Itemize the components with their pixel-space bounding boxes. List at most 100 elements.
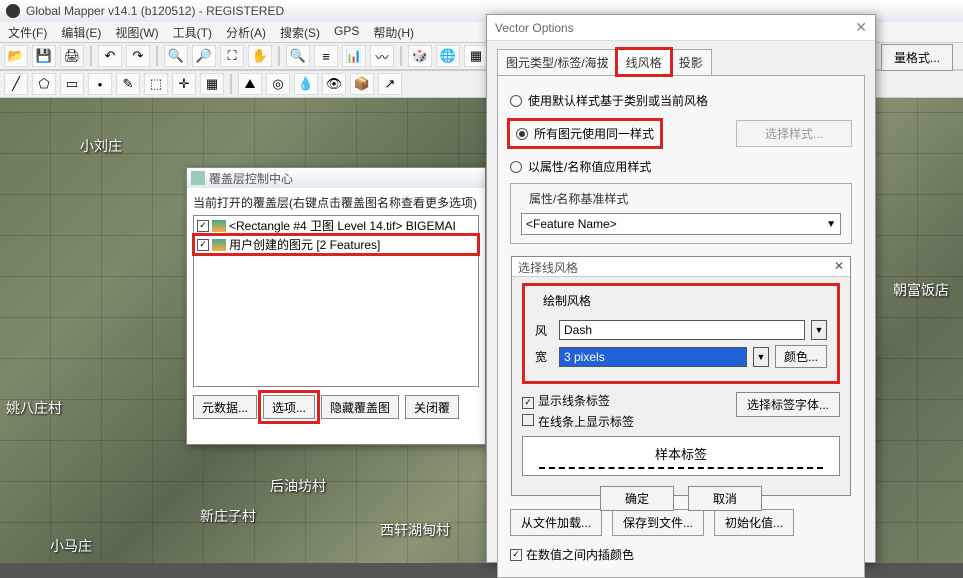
list-item[interactable]: ✓ <Rectangle #4 卫图 Level 14.tif> BIGEMAI: [194, 216, 478, 235]
layers-icon[interactable]: ≡: [314, 45, 338, 67]
app-icon: [6, 4, 20, 18]
format-button[interactable]: 量格式...: [881, 44, 953, 71]
close-overlay-button[interactable]: 关闭覆: [405, 395, 459, 419]
label-font-button[interactable]: 选择标签字体...: [736, 392, 840, 417]
place-label: 后油坊村: [270, 476, 326, 496]
line-style-select[interactable]: Dash: [559, 320, 805, 340]
redo-icon[interactable]: ↷: [126, 45, 150, 67]
metadata-button[interactable]: 元数据...: [193, 395, 257, 419]
radio-same-style[interactable]: 所有图元使用同一样式: [510, 121, 660, 146]
menu-gps[interactable]: GPS: [334, 24, 359, 40]
checkbox-icon[interactable]: ✓: [522, 397, 534, 409]
color-button[interactable]: 颜色...: [775, 345, 827, 368]
select-style-button[interactable]: 选择样式...: [736, 120, 852, 147]
grid-icon[interactable]: ▦: [464, 45, 488, 67]
sample-preview: 样本标签: [522, 436, 840, 476]
options-button[interactable]: 选项...: [263, 395, 315, 419]
select-icon[interactable]: ⬚: [144, 73, 168, 95]
zoom-fit-icon[interactable]: ⛶: [220, 45, 244, 67]
feature-name-combo[interactable]: <Feature Name> ▼: [521, 213, 841, 235]
place-label: 小马庄: [50, 536, 92, 556]
place-label: 朝富饭店: [893, 280, 949, 300]
terrain-icon[interactable]: ⛰: [238, 73, 262, 95]
vector-dialog-title: Vector Options: [495, 21, 574, 35]
menu-search[interactable]: 搜索(S): [280, 24, 320, 40]
grid2-icon[interactable]: ▦: [200, 73, 224, 95]
ok-button[interactable]: 确定: [600, 486, 674, 511]
snap-icon[interactable]: ✛: [172, 73, 196, 95]
cancel-button[interactable]: 取消: [688, 486, 762, 511]
radio-default-style[interactable]: 使用默认样式基于类别或当前风格: [510, 92, 852, 109]
attribute-basis-fieldset: 属性/名称基准样式 <Feature Name> ▼: [510, 183, 852, 244]
zoom-out-icon[interactable]: 🔎: [192, 45, 216, 67]
checkbox-icon[interactable]: ✓: [197, 239, 209, 251]
overlay-window-icon: [191, 171, 205, 185]
show-on-line-label: 在线条上显示标签: [538, 415, 634, 429]
draw-poly-icon[interactable]: ⬠: [32, 73, 56, 95]
interpolate-label: 在数值之间内插颜色: [526, 546, 634, 563]
tab-feature-type[interactable]: 图元类型/标签/海拔: [497, 49, 618, 75]
checkbox-icon[interactable]: ✓: [197, 220, 209, 232]
chart-icon[interactable]: 📊: [342, 45, 366, 67]
line-width-select[interactable]: 3 pixels: [559, 347, 747, 367]
3d-icon[interactable]: 🎲: [408, 45, 432, 67]
group-legend: 绘制风格: [539, 292, 595, 309]
globe-icon[interactable]: 🌐: [436, 45, 460, 67]
contour-icon[interactable]: ◎: [266, 73, 290, 95]
open-icon[interactable]: 📂: [4, 45, 28, 67]
viewshed-icon[interactable]: 👁: [322, 73, 346, 95]
draw-style-group: 绘制风格 风 Dash ▼ 宽 3 pixels ▼ 颜色...: [522, 283, 840, 384]
close-icon[interactable]: ✕: [834, 259, 844, 274]
tab-projection[interactable]: 投影: [670, 49, 712, 75]
radio-by-attribute[interactable]: 以属性/名称值应用样式: [510, 158, 852, 175]
hide-overlay-button[interactable]: 隐藏覆盖图: [321, 395, 399, 419]
vector-icon: [212, 239, 226, 251]
radio-icon[interactable]: [510, 161, 522, 173]
path-icon[interactable]: ↗: [378, 73, 402, 95]
volume-icon[interactable]: 📦: [350, 73, 374, 95]
style-label: 风: [535, 322, 553, 339]
checkbox-icon[interactable]: [522, 414, 534, 426]
menu-analysis[interactable]: 分析(A): [226, 24, 266, 40]
menu-file[interactable]: 文件(F): [8, 24, 47, 40]
edit-icon[interactable]: ✎: [116, 73, 140, 95]
overlay-hint: 当前打开的覆盖层(右键点击覆盖图名称查看更多选项): [193, 194, 479, 211]
undo-icon[interactable]: ↶: [98, 45, 122, 67]
chevron-down-icon[interactable]: ▼: [753, 347, 769, 367]
list-item-selected[interactable]: ✓ 用户创建的图元 [2 Features]: [194, 235, 478, 254]
menu-tools[interactable]: 工具(T): [173, 24, 212, 40]
menu-view[interactable]: 视图(W): [115, 24, 158, 40]
tab-line-style[interactable]: 线风格: [617, 49, 671, 75]
line-style-dialog: 选择线风格 ✕ 绘制风格 风 Dash ▼ 宽 3 pixels ▼ 颜色...…: [511, 256, 851, 496]
chevron-down-icon[interactable]: ▼: [826, 219, 836, 230]
width-label: 宽: [535, 348, 553, 365]
profile-icon[interactable]: 〰: [370, 45, 394, 67]
save-icon[interactable]: 💾: [32, 45, 56, 67]
menu-help[interactable]: 帮助(H): [373, 24, 414, 40]
chevron-down-icon[interactable]: ▼: [811, 320, 827, 340]
overlay-listbox[interactable]: ✓ <Rectangle #4 卫图 Level 14.tif> BIGEMAI…: [193, 215, 479, 387]
place-label: 西轩湖甸村: [380, 520, 450, 540]
radio-icon[interactable]: [510, 95, 522, 107]
radio-icon[interactable]: [516, 128, 528, 140]
overlay-title: 覆盖层控制中心: [209, 170, 293, 187]
draw-rect-icon[interactable]: ▭: [60, 73, 84, 95]
menu-edit[interactable]: 编辑(E): [61, 24, 101, 40]
fieldset-legend: 属性/名称基准样式: [525, 190, 632, 207]
zoom-in-icon[interactable]: 🔍: [164, 45, 188, 67]
checkbox-icon[interactable]: ✓: [510, 549, 522, 561]
overlay-titlebar[interactable]: 覆盖层控制中心: [187, 168, 485, 188]
close-icon[interactable]: ✕: [855, 19, 867, 36]
vector-tabs: 图元类型/标签/海拔 线风格 投影: [487, 41, 875, 75]
find-icon[interactable]: 🔍: [286, 45, 310, 67]
sample-line: [539, 467, 823, 469]
sample-text: 样本标签: [655, 444, 707, 463]
line-style-titlebar[interactable]: 选择线风格 ✕: [512, 257, 850, 277]
watershed-icon[interactable]: 💧: [294, 73, 318, 95]
place-label: 姚八庄村: [6, 398, 62, 418]
print-icon[interactable]: 🖨: [60, 45, 84, 67]
vector-dialog-titlebar[interactable]: Vector Options ✕: [487, 15, 875, 41]
draw-line-icon[interactable]: ╱: [4, 73, 28, 95]
draw-point-icon[interactable]: •: [88, 73, 112, 95]
pan-icon[interactable]: ✋: [248, 45, 272, 67]
